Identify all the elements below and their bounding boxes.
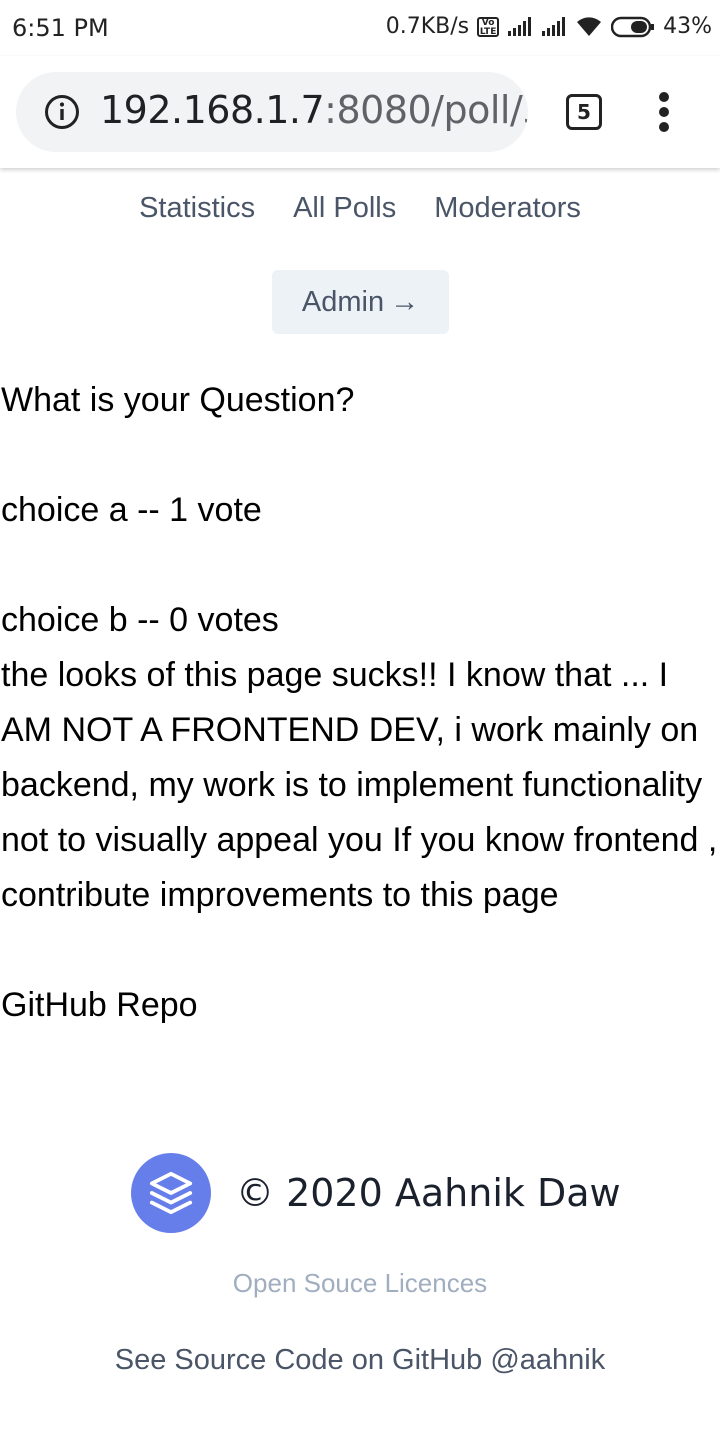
nav-moderators-link[interactable]: Moderators xyxy=(434,192,581,225)
signal-icon-2 xyxy=(542,16,566,36)
status-bar: 6:51 PM 0.7KB/s Vo LTE 43% xyxy=(0,0,720,56)
nav-statistics-link[interactable]: Statistics xyxy=(139,192,255,225)
status-icons: 0.7KB/s Vo LTE 43% xyxy=(386,14,712,39)
poll-choice-b: choice b -- 0 votes xyxy=(1,601,279,639)
arrow-right-icon: → xyxy=(390,286,420,318)
more-menu-icon[interactable] xyxy=(652,92,676,132)
poll-question: What is your Question? xyxy=(1,381,355,419)
url-path: :8080/poll/31/ xyxy=(324,88,528,132)
poll-content: What is your Question? choice a -- 1 vot… xyxy=(1,373,720,1033)
url-host: 192.168.1.7 xyxy=(100,88,325,132)
info-icon[interactable] xyxy=(44,94,80,130)
nav-all-polls-link[interactable]: All Polls xyxy=(293,192,396,225)
tab-switcher-button[interactable]: 5 xyxy=(566,94,602,130)
layers-logo-icon xyxy=(131,1153,211,1233)
poll-choice-a: choice a -- 1 vote xyxy=(1,491,262,529)
network-speed: 0.7KB/s xyxy=(385,14,470,39)
site-nav: Statistics All Polls Moderators xyxy=(0,192,720,225)
github-repo-link[interactable]: GitHub Repo xyxy=(1,978,720,1033)
status-time: 6:51 PM xyxy=(12,14,109,42)
browser-toolbar: 192.168.1.7:8080/poll/31/ 5 xyxy=(0,56,720,168)
footer-brand: © 2020 Aahnik Daw xyxy=(131,1153,621,1233)
disclaimer-text: the looks of this page sucks!! I know th… xyxy=(1,656,718,914)
battery-icon xyxy=(611,16,655,37)
copyright-text: © 2020 Aahnik Daw xyxy=(236,1171,621,1215)
battery-level: 43% xyxy=(663,14,712,39)
source-code-link[interactable]: See Source Code on GitHub @aahnik xyxy=(0,1344,720,1377)
admin-button-label: Admin xyxy=(301,286,385,318)
signal-icon-1 xyxy=(508,16,532,36)
licences-link[interactable]: Open Souce Licences xyxy=(0,1268,720,1299)
wifi-icon xyxy=(577,16,602,36)
url-bar[interactable]: 192.168.1.7:8080/poll/31/ xyxy=(16,72,528,152)
volte-icon: Vo LTE xyxy=(477,16,500,37)
url-text[interactable]: 192.168.1.7:8080/poll/31/ xyxy=(100,88,528,132)
admin-button[interactable]: Admin → xyxy=(272,270,449,334)
